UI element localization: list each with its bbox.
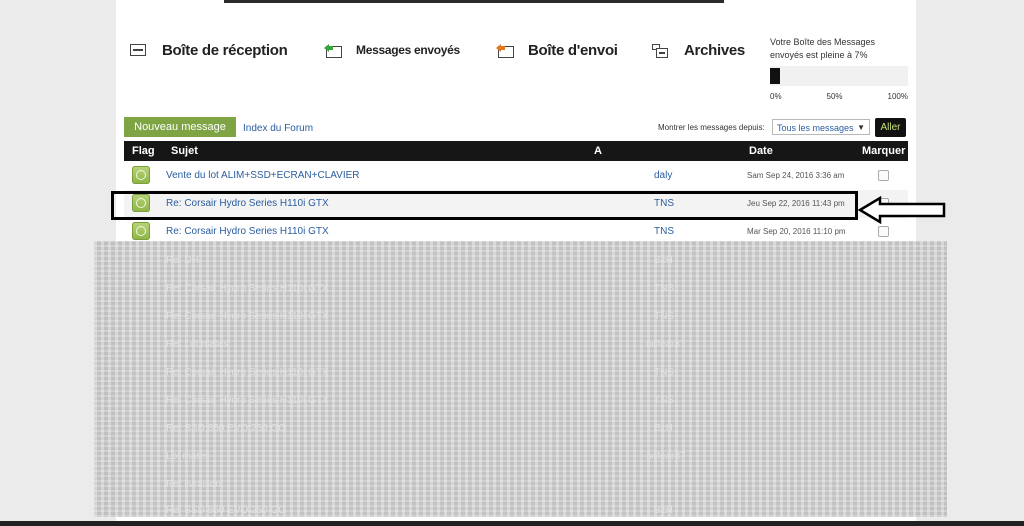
obscured-row-author: TNS [654, 367, 674, 378]
outbox-folder[interactable]: Boîte d'envoi [496, 38, 618, 62]
go-button[interactable]: Aller [875, 118, 906, 137]
quota-scale-mid: 50% [826, 92, 843, 101]
chevron-down-icon: ▼ [857, 123, 865, 132]
obscured-row-subject: Re: SSD 850 EVO 250 GO [166, 505, 287, 516]
obscured-row-author: TNS [654, 283, 674, 294]
row-author[interactable]: TNS [654, 226, 674, 237]
obscured-row-author: nofear87 [646, 339, 686, 350]
forum-index-link[interactable]: Index du Forum [243, 123, 313, 134]
quota-bar [770, 66, 908, 86]
obscured-row-subject: Re: livraison [166, 479, 222, 490]
sent-icon [324, 44, 342, 58]
inbox-icon [130, 44, 146, 56]
header-flag: Flag [132, 145, 155, 157]
top-banner [224, 0, 724, 3]
obscured-row-author: TNS [654, 395, 674, 406]
outbox-label: Boîte d'envoi [528, 41, 618, 59]
show-since-label: Montrer les messages depuis: [658, 123, 765, 132]
obscured-row-subject: Lot mates [166, 451, 210, 462]
mark-checkbox[interactable] [878, 170, 889, 181]
obscured-row-subject: Re: DH [166, 255, 199, 266]
table-row: Vente du lot ALIM+SSD+ECRAN+CLAVIER daly… [124, 162, 908, 190]
obscured-row-author: nofear87 [646, 451, 686, 462]
quota-scale-min: 0% [770, 92, 782, 101]
highlight-box [111, 191, 858, 220]
quota-scale: 0% 50% 100% [770, 92, 908, 101]
message-flag-icon [132, 222, 150, 240]
obscured-row-author: BzH [654, 423, 673, 434]
row-date: Sam Sep 24, 2016 3:36 am [747, 171, 845, 180]
header-mark: Marquer [862, 145, 906, 157]
inbox-folder[interactable]: Boîte de réception [130, 38, 288, 62]
quota-fill [770, 68, 780, 84]
header-date[interactable]: Date [749, 145, 773, 157]
obscured-row-subject: Re: Corsair Hydro Series H110i GTX [166, 283, 329, 294]
archives-folder[interactable]: Archives [652, 38, 745, 62]
quota-scale-max: 100% [887, 92, 908, 101]
mark-checkbox[interactable] [878, 226, 889, 237]
obscured-row-author: TNS [654, 311, 674, 322]
obscured-row-subject: Re: SSD 850 EVO 250 GO [166, 423, 287, 434]
header-subject[interactable]: Sujet [171, 145, 198, 157]
row-date: Mar Sep 20, 2016 11:10 pm [747, 227, 846, 236]
archives-icon [652, 44, 668, 58]
row-subject[interactable]: Re: Corsair Hydro Series H110i GTX [166, 226, 329, 237]
new-message-button[interactable]: Nouveau message [124, 117, 236, 137]
sent-folder[interactable]: Messages envoyés [324, 38, 460, 62]
row-subject[interactable]: Vente du lot ALIM+SSD+ECRAN+CLAVIER [166, 170, 360, 181]
sent-label: Messages envoyés [356, 43, 460, 57]
outbox-icon [496, 44, 514, 58]
obscured-row-subject: Re: Corsair Hydro Series H110i GTX [166, 395, 329, 406]
table-header: Flag Sujet A Date Marquer [124, 141, 908, 161]
since-select[interactable]: Tous les messages ▼ [772, 119, 870, 135]
header-to[interactable]: A [594, 145, 602, 157]
archives-label: Archives [684, 41, 745, 59]
row-author[interactable]: daly [654, 170, 672, 181]
obscured-row-subject: Re: Corsair Hydro Series H110i GTX [166, 311, 329, 322]
obscured-region: Re: DH BzH Re: Corsair Hydro Series H110… [94, 241, 947, 517]
pointer-arrow-icon [858, 196, 946, 224]
since-select-value: Tous les messages [777, 123, 854, 133]
obscured-row-subject: Re: Lot mates [166, 339, 229, 350]
obscured-row-author: BzH [654, 505, 673, 516]
obscured-row-subject: Re: Corsair Hydro Series H110i GTX [166, 367, 329, 378]
quota-panel: Votre Boîte des Messages envoyés est ple… [770, 36, 908, 101]
message-flag-icon [132, 166, 150, 184]
bottom-bar [0, 521, 1024, 526]
inbox-label: Boîte de réception [162, 41, 288, 59]
obscured-row-author: BzH [654, 255, 673, 266]
quota-text: Votre Boîte des Messages envoyés est ple… [770, 37, 876, 60]
